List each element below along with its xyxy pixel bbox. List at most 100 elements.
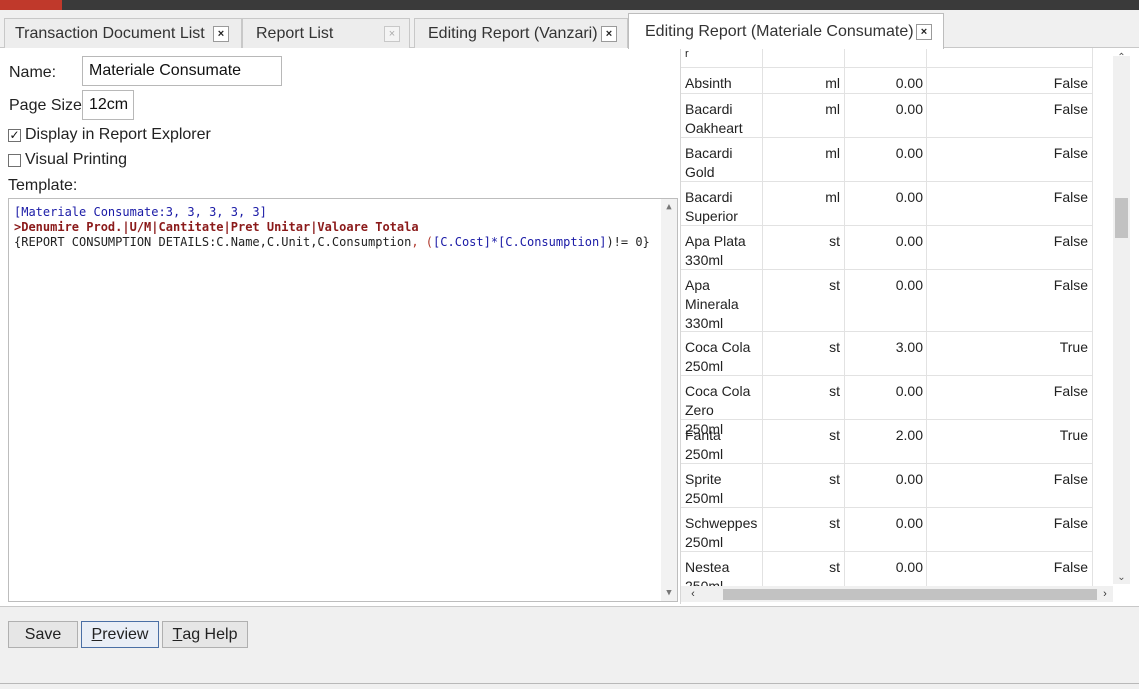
name-label: Name: <box>9 64 57 81</box>
grid-cell-amount: 0.00 <box>845 464 927 507</box>
grid-cell-amount: 0.00 <box>845 376 927 419</box>
consumption-preview-grid: r Absinth ml 0.00 False Bacardi Oakheart ml 0.… <box>680 48 1139 604</box>
grid-cell-name: Apa Minerala 330ml <box>681 270 763 331</box>
grid-cell-unit: st <box>763 226 845 269</box>
visual-printing-row[interactable]: Visual Printing <box>8 151 127 169</box>
scroll-right-icon[interactable]: › <box>1097 586 1113 602</box>
grid-vertical-scrollbar[interactable]: ⌃ ⌄ <box>1113 52 1130 586</box>
scroll-down-icon[interactable]: ⌄ <box>1113 570 1130 586</box>
page-size-field[interactable]: 12cm <box>82 90 134 120</box>
grid-cell-unit: ml <box>763 94 845 137</box>
preview-button[interactable]: Preview <box>81 621 159 648</box>
grid-cell-flag: False <box>927 138 1093 181</box>
grid-cell-flag: False <box>927 552 1093 586</box>
tab-report-list[interactable]: Report List × <box>242 18 410 48</box>
table-row[interactable]: Apa Plata 330ml st 0.00 False <box>681 226 1093 270</box>
grid-cell-name: Coca Cola Zero 250ml <box>681 376 763 437</box>
template-line-3-d: )!= 0} <box>606 235 650 249</box>
tab-transaction-document-list[interactable]: Transaction Document List × <box>4 18 242 48</box>
grid-cell-name: Sprite 250ml <box>681 464 763 507</box>
template-line-3: {REPORT CONSUMPTION DETAILS:C.Name,C.Uni… <box>14 235 650 249</box>
table-row[interactable]: Bacardi Oakheart ml 0.00 False <box>681 94 1093 138</box>
scroll-up-icon[interactable]: ▲ <box>661 199 677 215</box>
table-row[interactable]: Apa Minerala 330ml st 0.00 False <box>681 270 1093 332</box>
close-icon[interactable]: × <box>384 25 400 42</box>
grid-horizontal-scrollbar[interactable]: ‹ › <box>681 586 1113 602</box>
window-bottom-border <box>0 683 1139 684</box>
grid-cell: r <box>681 48 763 67</box>
name-field[interactable]: Materiale Consumate <box>82 56 282 86</box>
tab-editing-report-materiale-consumate[interactable]: Editing Report (Materiale Consumate) × <box>628 13 944 49</box>
grid-cell-unit: ml <box>763 138 845 181</box>
grid-cell-unit: st <box>763 508 845 551</box>
grid-cell-flag: False <box>927 68 1093 93</box>
grid-cell-amount: 3.00 <box>845 332 927 375</box>
grid-cell-name: Apa Plata 330ml <box>681 226 763 269</box>
display-in-report-explorer-row[interactable]: ✓ Display in Report Explorer <box>8 126 211 144</box>
grid-cell-flag: False <box>927 376 1093 419</box>
table-row[interactable]: Coca Cola Zero 250ml st 0.00 False <box>681 376 1093 437</box>
grid-cell-unit: st <box>763 464 845 507</box>
template-line-2: >Denumire Prod.|U/M|Cantitate|Pret Unita… <box>14 220 419 234</box>
tag-help-label: ag Help <box>182 625 238 643</box>
tab-editing-report-vanzari[interactable]: Editing Report (Vanzari) × <box>414 18 628 48</box>
template-line-1: [Materiale Consumate:3, 3, 3, 3, 3] <box>14 205 267 219</box>
template-label: Template: <box>8 177 78 194</box>
scroll-up-icon[interactable]: ⌃ <box>1113 50 1130 66</box>
visual-printing-label: Visual Printing <box>25 151 127 168</box>
save-button[interactable]: Save <box>8 621 78 648</box>
table-row[interactable]: Schweppes 250ml st 0.00 False <box>681 508 1093 552</box>
grid-cell-flag: True <box>927 420 1093 463</box>
grid-cell-unit: st <box>763 420 845 463</box>
table-row[interactable]: Coca Cola 250ml st 3.00 True <box>681 332 1093 376</box>
grid-cell-name: Schweppes 250ml <box>681 508 763 551</box>
template-vertical-scrollbar[interactable]: ▲ ▼ <box>661 199 677 601</box>
grid-cell-amount: 0.00 <box>845 94 927 137</box>
document-tab-strip: Transaction Document List × Report List … <box>0 10 1139 49</box>
grid-cell <box>763 48 845 67</box>
grid-cell-name: Coca Cola 250ml <box>681 332 763 375</box>
scrollbar-thumb[interactable] <box>1115 198 1128 238</box>
tag-help-button[interactable]: Tag Help <box>162 621 248 648</box>
visual-printing-checkbox[interactable] <box>8 153 21 167</box>
preview-mnemonic: P <box>91 625 103 643</box>
grid-cell-amount: 0.00 <box>845 226 927 269</box>
window-top-bar <box>0 0 1139 10</box>
grid-body: r Absinth ml 0.00 False Bacardi Oakheart ml 0.… <box>681 48 1093 586</box>
app-accent-strip <box>0 0 62 10</box>
grid-cell-amount: 0.00 <box>845 68 927 93</box>
scrollbar-thumb[interactable] <box>723 589 1097 600</box>
tag-help-mnemonic: T <box>172 625 183 643</box>
table-row[interactable]: Nestea 250ml st 0.00 False <box>681 552 1093 586</box>
page-size-label: Page Size: <box>9 97 87 114</box>
grid-cell-amount: 0.00 <box>845 552 927 586</box>
close-icon[interactable]: × <box>916 23 932 40</box>
grid-cell-amount: 0.00 <box>845 182 927 225</box>
grid-cell-flag: True <box>927 332 1093 375</box>
grid-cell-flag: False <box>927 94 1093 137</box>
table-row[interactable]: Bacardi Gold ml 0.00 False <box>681 138 1093 182</box>
grid-cell-amount: 2.00 <box>845 420 927 463</box>
grid-cell-unit: ml <box>763 68 845 93</box>
grid-cell-amount: 0.00 <box>845 508 927 551</box>
grid-cell-name: Bacardi Gold <box>681 138 763 181</box>
template-line-3-c: [C.Cost]*[C.Consumption] <box>433 235 607 249</box>
scroll-down-icon[interactable]: ▼ <box>661 585 677 601</box>
tab-label: Editing Report (Materiale Consumate) <box>645 22 914 40</box>
tab-label: Editing Report (Vanzari) <box>428 24 598 42</box>
table-row[interactable]: Sprite 250ml st 0.00 False <box>681 464 1093 508</box>
grid-cell-unit: st <box>763 270 845 331</box>
table-row[interactable]: Absinth ml 0.00 False <box>681 68 1093 94</box>
display-in-report-explorer-checkbox[interactable]: ✓ <box>8 128 21 142</box>
template-editor[interactable]: [Materiale Consumate:3, 3, 3, 3, 3] >Den… <box>8 198 678 602</box>
close-icon[interactable]: × <box>601 25 617 42</box>
grid-cell-flag: False <box>927 270 1093 331</box>
tab-label: Report List <box>256 24 334 42</box>
table-row[interactable]: Bacardi Superior ml 0.00 False <box>681 182 1093 226</box>
close-icon[interactable]: × <box>213 25 229 42</box>
grid-cell <box>845 48 927 67</box>
grid-cell-amount: 0.00 <box>845 270 927 331</box>
scroll-left-icon[interactable]: ‹ <box>685 586 701 602</box>
report-editor-form: Name: Materiale Consumate Page Size: 12c… <box>0 48 680 604</box>
table-row[interactable]: Fanta 250ml st 2.00 True <box>681 420 1093 464</box>
